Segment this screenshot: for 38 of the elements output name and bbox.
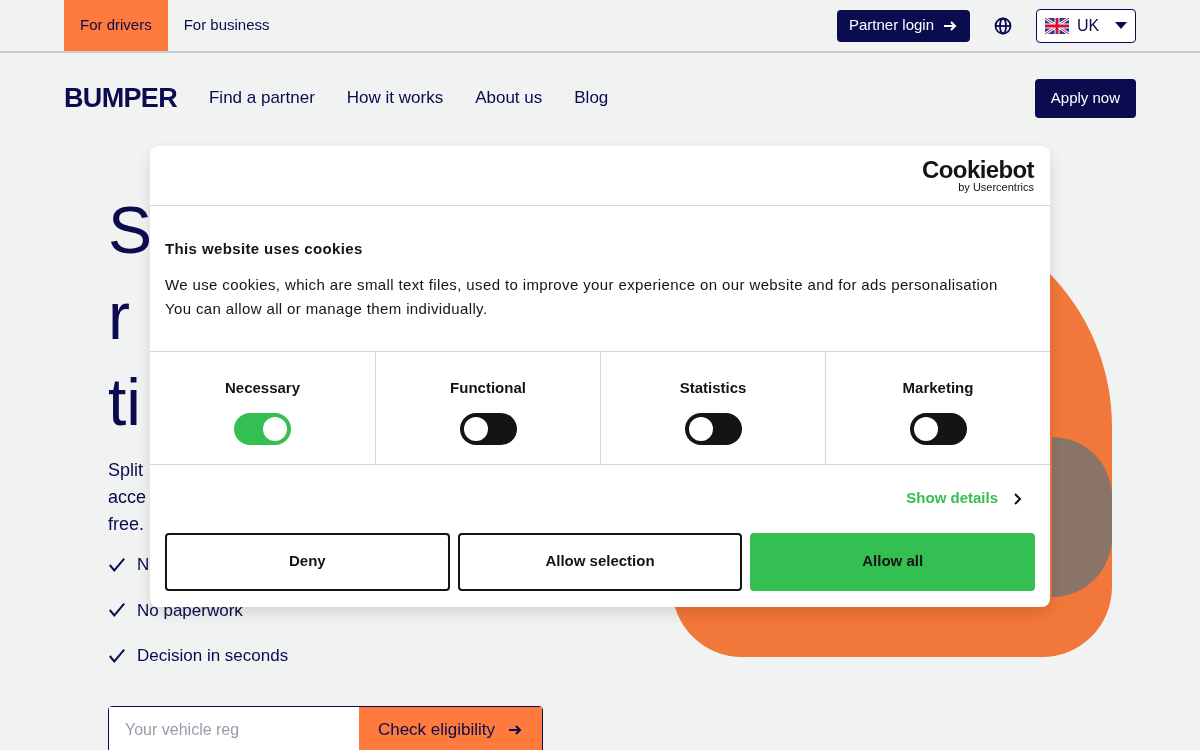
partner-login-button[interactable]: Partner login [836, 9, 970, 42]
logo[interactable]: BUMPER [64, 77, 177, 119]
benefit-text: No paperwork [137, 599, 243, 622]
hero-heading-line: S [108, 192, 153, 269]
category-label: Functional [450, 377, 526, 398]
hero-description-line: free. [108, 513, 145, 536]
hero-heading-line: r [108, 278, 130, 355]
cookiebot-logo: Cookiebot [922, 158, 1034, 182]
flag-icon [1045, 17, 1069, 34]
toggle-switch[interactable] [459, 413, 517, 445]
hero-heading-line: ti [108, 364, 141, 441]
cookie-action-button[interactable]: Allow all [750, 532, 1035, 591]
category-label: Statistics [679, 377, 747, 398]
benefit-text: Decision in seconds [137, 645, 289, 667]
hero-description-line: acce [108, 486, 147, 509]
dialog-text: We use cookies, which are small text files, used to improve your experience on our website and for ads personalisation You can allow all or manage them individually. [165, 274, 999, 319]
logo-byline: by Usercentrics [958, 182, 1034, 193]
nav-link[interactable]: Blog [574, 85, 609, 111]
globe-icon[interactable] [994, 16, 1012, 35]
audience-tab[interactable]: For business [167, 0, 286, 51]
hero-description-line: Split [108, 459, 143, 482]
cookie-action-button[interactable]: Deny [165, 532, 450, 591]
caret-icon [1115, 21, 1127, 30]
toggle-switch[interactable] [909, 413, 967, 445]
nav-link[interactable]: About us [475, 85, 543, 111]
dialog-title: This website uses cookies [165, 239, 364, 259]
apply-now-button[interactable]: Apply now [1034, 78, 1136, 118]
category-label: Necessary [224, 377, 301, 398]
cookie-action-button[interactable]: Allow selection [457, 532, 743, 591]
nav-link[interactable]: How it works [346, 85, 444, 111]
toggle-switch[interactable] [234, 413, 291, 445]
category-label: Marketing [902, 377, 974, 398]
nav-link[interactable]: Find a partner [208, 85, 315, 111]
chevron-right-icon [1014, 492, 1022, 505]
audience-tab[interactable]: For drivers [64, 0, 168, 51]
region-select[interactable]: UK [1036, 8, 1136, 43]
toggle-switch[interactable] [684, 413, 742, 445]
benefit-text: N [137, 554, 150, 576]
